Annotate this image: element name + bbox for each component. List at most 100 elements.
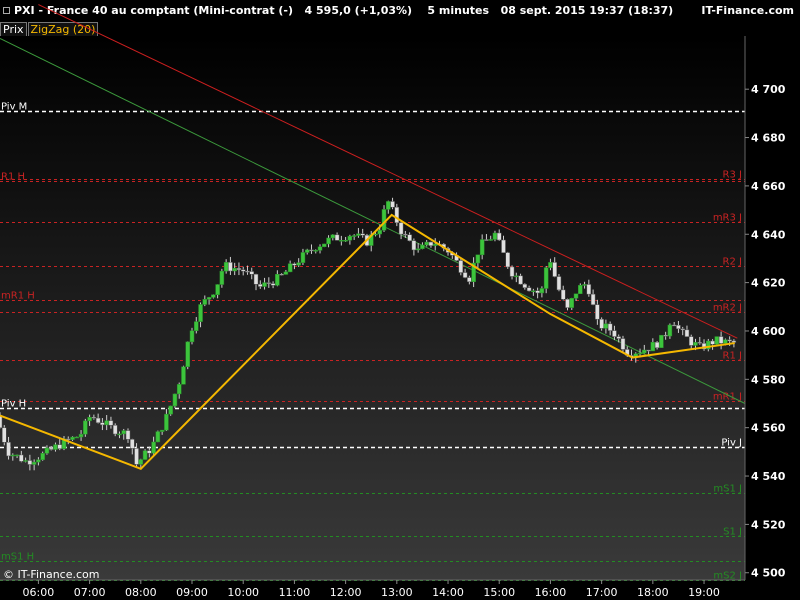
candle-body [492,232,498,240]
candle-body [181,366,186,385]
candle-body [112,425,118,435]
candle-body [334,234,340,241]
candle-body [518,275,523,285]
x-tick-label: 17:00 [586,586,618,599]
y-tick-label: 4 700 [751,83,786,96]
copyright-label: © IT-Finance.com [3,568,100,581]
candle [322,243,327,248]
candle-body [48,447,54,450]
candle-body [394,206,400,223]
candle-body [262,282,267,287]
candle-body [390,201,395,208]
candle-body [266,282,272,284]
candle-body [330,234,336,239]
price-axis: 4 500 4 520 4 540 4 560 4 580 4 600 4 620 4 640… [745,83,786,580]
candle-body [637,352,643,355]
x-tick-label: 07:00 [74,586,106,599]
candle-body [343,239,348,242]
level-label-mr1-h: mR1 H [1,291,35,302]
chart-window: PXI - France 40 au comptant (Mini-contra… [0,0,800,600]
candle-body [249,271,254,275]
candle-body [462,272,468,278]
candle-body [360,233,365,236]
candle-body [586,284,592,295]
candle-body [565,298,570,308]
y-tick-label: 4 540 [751,470,786,483]
candle-body [322,243,327,247]
candle-body [108,420,114,426]
candle-body [155,431,161,443]
level-label-mr1-j: mR1 J [713,392,742,403]
candle-body [134,448,139,465]
y-tick-label: 4 640 [751,228,786,241]
level-label-piv-j: Piv J [721,438,742,449]
candle-body [351,235,357,237]
candle-body [714,336,720,345]
candle-body [377,230,383,235]
price-chart[interactable]: Piv M R3 J R1 H mR3 J R2 J mR1 H mR2 J R1 J mR1 … [0,0,800,600]
candle [112,423,118,437]
x-tick-label: 10:00 [227,586,259,599]
x-tick-label: 15:00 [483,586,515,599]
level-label-mr3-j: mR3 J [713,213,742,224]
candle-body [296,262,301,266]
candle-body [228,262,233,272]
candle-body [522,283,528,288]
candle-body [211,294,216,298]
candle-body [223,262,229,272]
candle-body [6,441,11,457]
y-tick-label: 4 520 [751,518,786,531]
level-label-s1-j: S1 J [723,527,742,538]
y-tick-label: 4 660 [751,180,786,193]
candle-body [189,330,195,343]
candle-body [505,252,511,268]
candle [556,274,562,292]
candle [155,430,161,443]
x-tick-label: 14:00 [432,586,464,599]
level-label-r2-j: R2 J [723,257,742,268]
candle-body [501,239,506,253]
candle-body [496,232,502,241]
y-tick-label: 4 500 [751,567,786,580]
candle-body [19,454,24,462]
candle-body [125,430,131,440]
candle [181,365,186,385]
candle-body [407,234,412,241]
candle-body [582,284,587,286]
candle [659,334,664,348]
candle-body [676,324,681,329]
candle-body [258,284,263,287]
candle-body [164,413,169,431]
candle-body [185,341,190,367]
candle-body [31,461,37,465]
candle-body [326,237,331,245]
candle-body [356,233,361,236]
candle-body [531,290,536,292]
candle-body [283,271,289,275]
level-label-ms1-h: mS1 H [1,552,34,563]
time-axis: 06:00 07:00 08:00 09:00 10:00 11:00 12:00 13:00… [23,580,720,599]
y-tick-label: 4 560 [751,422,786,435]
candle [505,251,511,269]
candle-body [14,454,20,457]
candle-body [727,339,732,342]
x-tick-label: 12:00 [330,586,362,599]
candle-body [646,349,651,352]
candle [394,203,400,227]
candle-body [552,262,557,277]
candle-body [168,405,173,415]
candle-body [607,323,613,331]
candle-body [66,438,71,441]
candle-body [87,416,92,422]
candle-body [697,342,703,344]
candle-body [403,233,408,236]
candle-body [275,273,280,286]
candle-body [603,323,609,329]
candle-body [100,422,105,426]
candle-body [300,252,306,263]
level-label-r1-j: R1 J [723,351,742,362]
candle-body [36,459,41,463]
candle-body [40,453,45,460]
candle-body [151,441,156,454]
candle-body [684,329,690,337]
